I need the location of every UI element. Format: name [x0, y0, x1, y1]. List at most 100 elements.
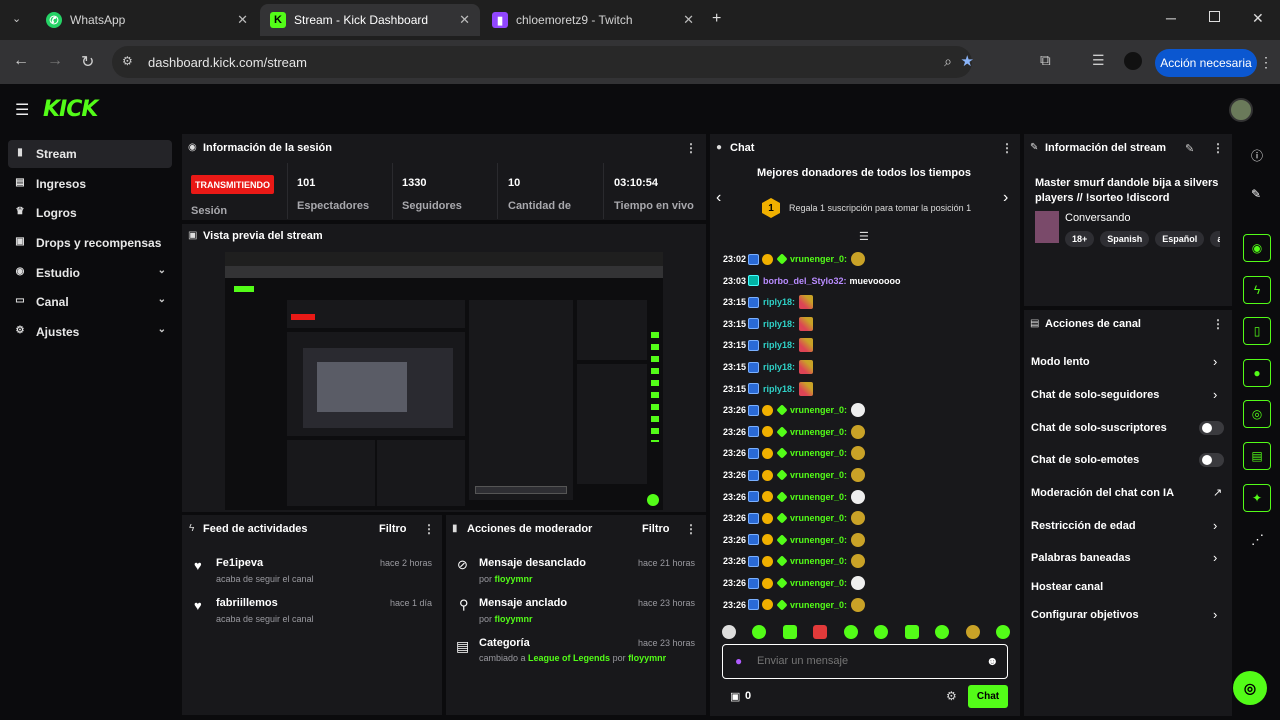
chat-settings-icon[interactable]: ⚙ [946, 689, 957, 703]
tag[interactable]: Español [1155, 231, 1205, 247]
channel-action-8[interactable]: Hostear canal [1031, 581, 1103, 593]
sidebar-item-canal[interactable]: ▭ Canal ⌄ [8, 288, 172, 316]
media-control-icon[interactable]: ☰ [1092, 52, 1105, 69]
activity-user[interactable]: Fe1ipeva [216, 557, 263, 569]
tab-list-chevron-icon[interactable]: ⌄ [12, 12, 21, 25]
gold-emote-icon[interactable] [965, 625, 980, 639]
bookmark-star-icon[interactable]: ★ [961, 52, 974, 70]
chat-input-box[interactable]: ● ☻ [722, 644, 1008, 679]
sidebar-item-logros[interactable]: ♛ Logros [8, 199, 172, 227]
chat-username[interactable]: borbo_del_Stylo32: [763, 276, 847, 286]
extensions-icon[interactable]: ⧉ [1040, 52, 1051, 69]
user-avatar[interactable] [1229, 98, 1253, 122]
chevron-right-icon[interactable]: › [1213, 354, 1217, 369]
zoom-icon[interactable]: ⌕ [944, 53, 952, 70]
sidebar-item-ingresos[interactable]: ▤ Ingresos [8, 170, 172, 198]
rail-broadcast-button[interactable]: ◎ [1243, 400, 1271, 428]
chat-username[interactable]: vrunenger_0: [790, 470, 847, 480]
tag[interactable]: Spanish [1100, 231, 1150, 247]
rail-session-button[interactable]: ◉ [1243, 234, 1271, 262]
modaction-user[interactable]: floyymnr [495, 614, 533, 624]
chat-username[interactable]: vrunenger_0: [790, 600, 847, 610]
profile-avatar[interactable] [1124, 52, 1142, 70]
emote-icon[interactable] [799, 381, 814, 396]
toggle-switch[interactable] [1199, 421, 1224, 435]
more-options-icon[interactable]: ⋮ [1001, 141, 1013, 155]
rail-activity-button[interactable]: ϟ [1243, 276, 1271, 304]
tag[interactable]: 18+ [1065, 231, 1095, 247]
back-icon[interactable]: ← [13, 52, 29, 70]
rail-list-button[interactable]: ▤ [1243, 442, 1271, 470]
more-options-icon[interactable]: ⋮ [1212, 317, 1224, 331]
channel-action-3[interactable]: Chat de solo-suscriptores [1031, 422, 1167, 434]
emote-icon[interactable] [851, 511, 866, 526]
emote-icon[interactable] [799, 316, 814, 331]
chat-message-input[interactable] [757, 651, 977, 671]
microphone-icon[interactable]: ● [735, 654, 742, 668]
chat-filter-icon[interactable]: ☰ [859, 230, 869, 243]
emote-icon[interactable] [851, 468, 866, 482]
maximize-icon[interactable] [1209, 11, 1220, 22]
chat-username[interactable]: riply18: [763, 297, 795, 307]
kick-emote-icon[interactable] [904, 625, 919, 639]
emote-icon[interactable] [799, 338, 814, 353]
channel-action-4[interactable]: Chat de solo-emotes [1031, 454, 1139, 466]
tab-kick-dashboard[interactable]: K Stream - Kick Dashboard ✕ [260, 4, 480, 36]
emote-icon[interactable] [799, 295, 814, 310]
channel-action-2[interactable]: Chat de solo-seguidores [1031, 389, 1159, 401]
rail-notes-button[interactable]: ▯ [1243, 317, 1271, 345]
tag[interactable]: argen [1210, 231, 1220, 247]
site-info-icon[interactable]: ⚙ [122, 54, 133, 68]
sidebar-item-estudio[interactable]: ◉ Estudio ⌄ [8, 259, 172, 287]
chevron-right-icon[interactable]: › [1213, 518, 1217, 533]
hamburger-menu-icon[interactable]: ☰ [15, 100, 29, 120]
external-link-icon[interactable]: ↗ [1213, 486, 1222, 499]
chat-username[interactable]: riply18: [763, 340, 795, 350]
more-options-icon[interactable]: ⋮ [423, 522, 435, 536]
chat-username[interactable]: vrunenger_0: [790, 556, 847, 566]
kick-emote-icon[interactable] [843, 625, 858, 639]
channel-action-9[interactable]: Configurar objetivos [1031, 609, 1139, 621]
help-support-button[interactable]: ◎ [1233, 671, 1267, 705]
emote-icon[interactable] [851, 424, 866, 439]
browser-menu-icon[interactable]: ⋮ [1259, 54, 1273, 71]
chat-username[interactable]: vrunenger_0: [790, 578, 847, 588]
emote-icon[interactable] [851, 576, 866, 590]
minimize-icon[interactable]: ─ [1166, 10, 1176, 26]
stream-category[interactable]: Conversando [1065, 212, 1130, 224]
chat-username[interactable]: vrunenger_0: [790, 492, 847, 502]
emote-icon[interactable] [851, 446, 866, 461]
kick-emote-icon[interactable] [782, 625, 797, 639]
activity-user[interactable]: fabriillemos [216, 597, 278, 609]
chat-username[interactable]: vrunenger_0: [790, 427, 847, 437]
kick-emote-icon[interactable] [874, 625, 889, 639]
channel-action-6[interactable]: Restricción de edad [1031, 520, 1136, 532]
close-tab-icon[interactable]: ✕ [683, 12, 694, 28]
sidebar-item-stream[interactable]: ▮ Stream [8, 140, 172, 168]
modaction-user[interactable]: floyymnr [628, 653, 666, 663]
more-options-icon[interactable]: ⋮ [1212, 141, 1224, 155]
emote-icon[interactable] [799, 360, 814, 374]
kick-logo[interactable]: KICK [43, 97, 98, 122]
stream-preview-video[interactable] [225, 252, 663, 510]
chat-username[interactable]: riply18: [763, 362, 795, 372]
chevron-right-icon[interactable]: › [1213, 607, 1217, 622]
new-tab-icon[interactable]: + [712, 10, 721, 28]
chat-username[interactable]: riply18: [763, 384, 795, 394]
more-options-icon[interactable]: ⋮ [685, 141, 697, 155]
channel-action-1[interactable]: Modo lento [1031, 356, 1090, 368]
kick-emote-icon[interactable] [935, 625, 950, 639]
emote-icon[interactable] [851, 403, 866, 418]
sidebar-item-ajustes[interactable]: ⚙ Ajustes ⌄ [8, 318, 172, 346]
modaction-game[interactable]: League of Legends [528, 653, 610, 663]
chat-username[interactable]: vrunenger_0: [790, 254, 847, 264]
chevron-right-icon[interactable]: › [1003, 189, 1008, 207]
close-tab-icon[interactable]: ✕ [237, 12, 248, 28]
tab-whatsapp[interactable]: ✆ WhatsApp ✕ [36, 4, 258, 36]
points-icon[interactable]: ▣ [730, 690, 740, 703]
emote-icon[interactable] [851, 489, 866, 504]
category-thumbnail[interactable] [1035, 211, 1059, 243]
modactions-filter-button[interactable]: Filtro [642, 523, 670, 535]
modaction-user[interactable]: floyymnr [495, 574, 533, 584]
emote-icon[interactable] [851, 597, 866, 612]
